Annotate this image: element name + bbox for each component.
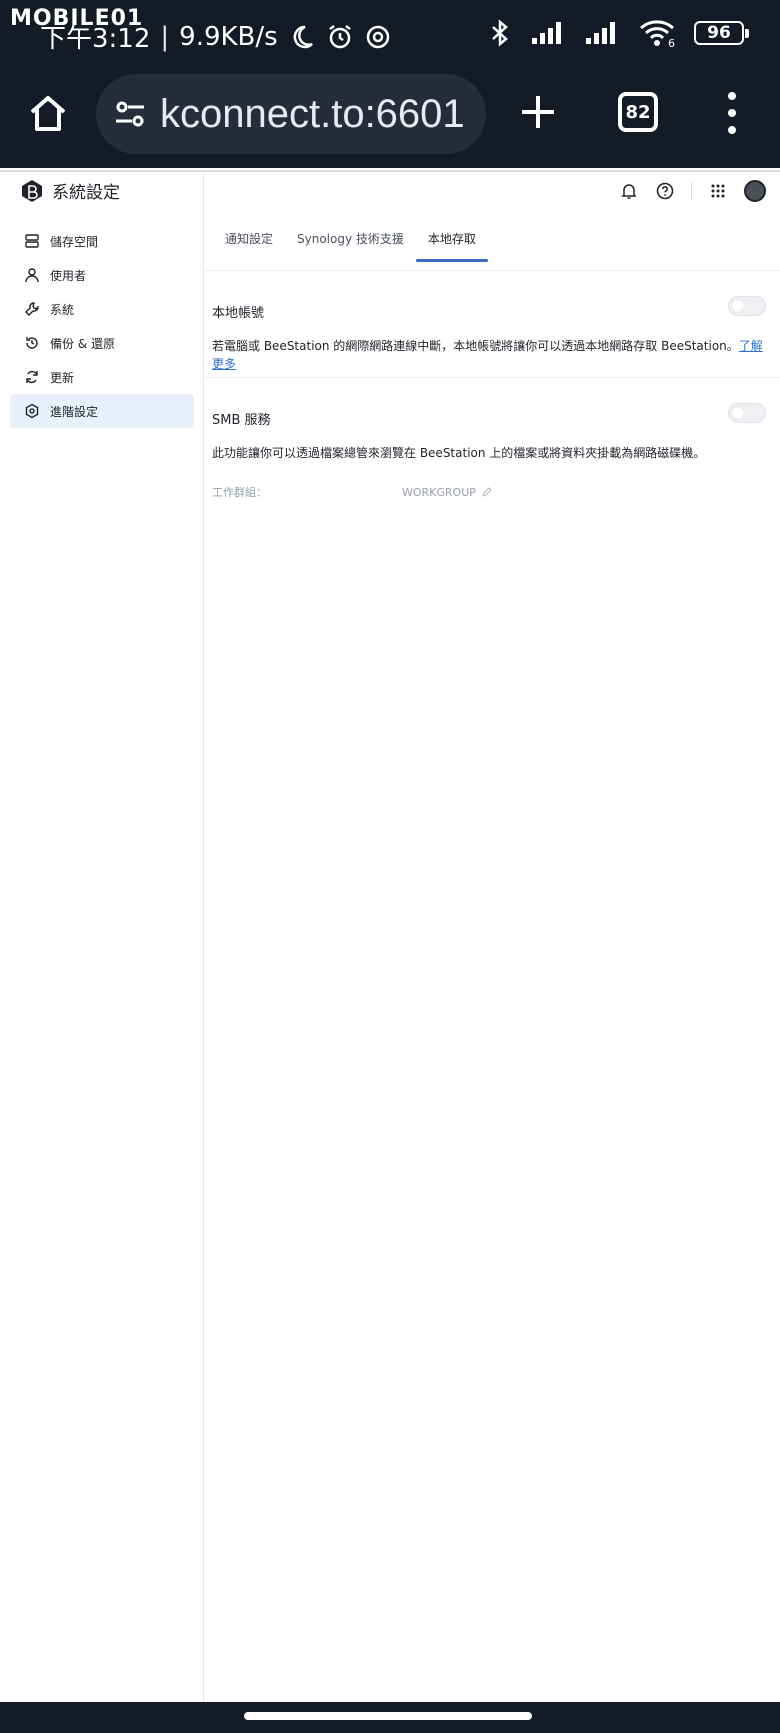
tab-switcher-button[interactable]: 82: [618, 92, 658, 132]
browser-toolbar: kconnect.to:6601 82: [0, 72, 780, 168]
sidebar-item-update[interactable]: 更新: [10, 360, 194, 394]
more-menu-icon[interactable]: [722, 90, 742, 136]
sidebar-item-label: 系統: [50, 302, 75, 317]
chrome-icon: [366, 25, 389, 48]
toolbar-divider: [691, 182, 692, 200]
apps-grid-icon[interactable]: [708, 181, 728, 201]
address-bar[interactable]: kconnect.to:6601: [96, 74, 486, 154]
help-icon[interactable]: [655, 181, 675, 201]
status-left: 下午3:12 | 9.9KB/s: [40, 18, 392, 55]
app-title: 系統設定: [52, 183, 120, 203]
workgroup-label: 工作群組：: [212, 486, 267, 499]
sidebar-item-label: 使用者: [50, 268, 87, 283]
sidebar-item-label: 更新: [50, 370, 75, 385]
status-right: 6 96: [488, 18, 749, 48]
local-account-toggle[interactable]: [728, 296, 766, 316]
app-header: 系統設定: [20, 178, 120, 203]
avatar[interactable]: [744, 180, 766, 202]
main-content: 通知設定 Synology 技術支援 本地存取 本地帳號 若電腦或 BeeSta…: [205, 172, 780, 1704]
sidebar-item-storage[interactable]: 儲存空間: [10, 224, 194, 258]
section-divider: [205, 377, 780, 378]
status-net-speed: 9.9KB/s: [179, 21, 278, 52]
status-separator: |: [160, 21, 170, 52]
tab-bar: 通知設定 Synology 技術支援 本地存取: [213, 228, 488, 262]
smb-toggle[interactable]: [728, 403, 766, 423]
sidebar-item-label: 備份 & 還原: [50, 336, 115, 351]
sidebar-item-label: 儲存空間: [50, 234, 99, 249]
workgroup-value: WORKGROUP: [402, 485, 476, 499]
alarm-icon: [328, 24, 351, 48]
local-account-section: 本地帳號 若電腦或 BeeStation 的網際網路連線中斷，本地帳號將讓你可以…: [212, 296, 772, 373]
sidebar-item-label: 進階設定: [50, 404, 99, 419]
sidebar: 系統設定 儲存空間 使用者 系統 備份 & 還原 更新 進階設定: [0, 172, 204, 1704]
smb-title: SMB 服務: [212, 413, 271, 428]
bluetooth-icon: [492, 19, 508, 47]
workgroup-field[interactable]: WORKGROUP: [402, 484, 492, 500]
status-time: 下午3:12: [40, 24, 151, 54]
signal-icon-2: [586, 22, 615, 44]
tab-local-access[interactable]: 本地存取: [415, 228, 488, 262]
sidebar-item-system[interactable]: 系統: [10, 292, 194, 326]
sidebar-item-advanced[interactable]: 進階設定: [10, 394, 194, 428]
local-account-desc: 若電腦或 BeeStation 的網際網路連線中斷，本地帳號將讓你可以透過本地網…: [212, 339, 763, 371]
backup-icon: [26, 337, 38, 349]
status-bar: MOBILE01 下午3:12 | 9.9KB/s 6 96: [0, 0, 780, 72]
system-nav-bar: [0, 1702, 780, 1733]
site-settings-icon[interactable]: [112, 96, 148, 132]
sidebar-nav: 儲存空間 使用者 系統 備份 & 還原 更新 進階設定: [10, 224, 194, 428]
app-window: 系統設定 儲存空間 使用者 系統 備份 & 還原 更新 進階設定 通知設定 Sy…: [0, 170, 780, 1704]
edit-icon[interactable]: [482, 487, 492, 497]
user-icon: [25, 268, 39, 283]
workgroup-row: 工作群組： WORKGROUP: [212, 484, 772, 500]
wrench-icon: [25, 302, 39, 316]
smb-desc: 此功能讓你可以透過檔案總管來瀏覽在 BeeStation 上的檔案或將資料夾掛載…: [212, 446, 706, 460]
advanced-icon: [25, 403, 39, 419]
storage-icon: [25, 234, 39, 248]
top-toolbar: [619, 180, 766, 202]
tab-notifications[interactable]: 通知設定: [213, 228, 285, 262]
app-logo-icon: [22, 179, 42, 202]
wifi-icon: 6: [640, 20, 675, 48]
tab-synology-support[interactable]: Synology 技術支援: [285, 228, 416, 262]
sidebar-item-backup[interactable]: 備份 & 還原: [10, 326, 194, 360]
home-indicator[interactable]: [244, 1712, 532, 1720]
battery-indicator: 96: [694, 21, 749, 45]
sidebar-item-users[interactable]: 使用者: [10, 258, 194, 292]
bell-icon[interactable]: [619, 181, 639, 201]
signal-icon: [532, 22, 561, 44]
smb-section: SMB 服務 此功能讓你可以透過檔案總管來瀏覽在 BeeStation 上的檔案…: [212, 403, 772, 500]
local-account-title: 本地帳號: [212, 306, 265, 321]
tabs-divider: [205, 270, 780, 271]
moon-icon: [293, 25, 313, 48]
new-tab-icon[interactable]: [516, 90, 560, 134]
update-icon: [26, 370, 38, 384]
url-text[interactable]: kconnect.to:6601: [160, 92, 465, 137]
svg-text:6: 6: [668, 37, 675, 48]
home-icon[interactable]: [26, 92, 70, 136]
